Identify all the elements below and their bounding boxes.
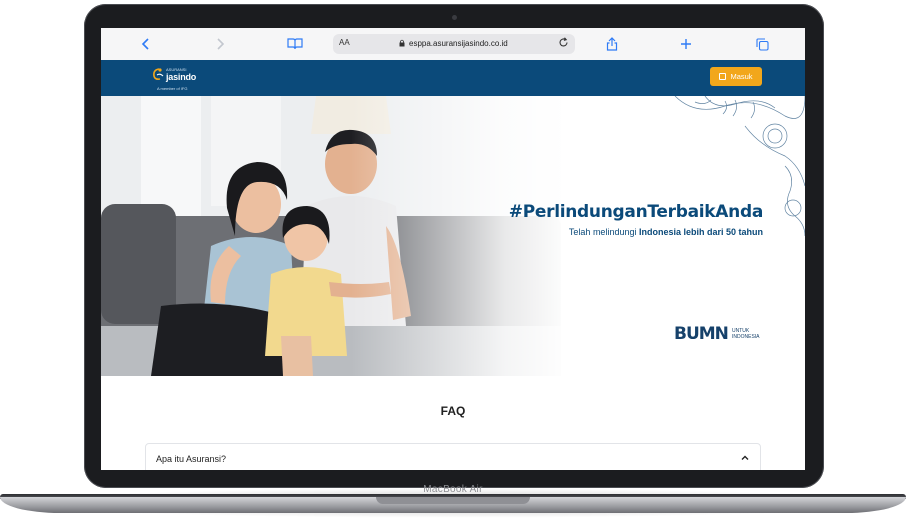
laptop-opening-notch	[376, 497, 530, 504]
reader-aa-button[interactable]: AA	[339, 38, 350, 47]
hero-subtitle: Telah melindungi Indonesia lebih dari 50…	[447, 227, 763, 237]
hero-subtitle-prefix: Telah melindungi	[568, 227, 639, 237]
hero-subtitle-bold: Indonesia lebih dari 50 tahun	[638, 227, 763, 237]
site-header: ASURANSI jasindo A member of IFG Masuk	[101, 60, 805, 96]
address-bar[interactable]: AA esppa.asuransijasindo.co.id	[333, 34, 575, 54]
hero-headline: #PerlindunganTerbaikAnda	[508, 202, 764, 222]
forward-icon[interactable]	[211, 35, 229, 53]
share-icon[interactable]	[603, 35, 621, 53]
lock-icon	[399, 39, 405, 47]
logo-member-text: A member of IFG	[157, 86, 188, 91]
bumn-logo: BUMN UNTUK INDONESIA	[674, 324, 766, 346]
tabs-icon[interactable]	[753, 35, 771, 53]
jasindo-logo[interactable]: ASURANSI jasindo A member of IFG	[151, 65, 211, 93]
login-button-label: Masuk	[730, 72, 753, 81]
camera-icon	[452, 15, 457, 20]
bumn-wordmark: BUMN	[674, 324, 729, 344]
url-text: esppa.asuransijasindo.co.id	[409, 39, 508, 48]
chevron-up-icon[interactable]	[740, 453, 750, 463]
faq-item[interactable]: Apa itu Asuransi?	[145, 443, 761, 470]
browser-toolbar: AA esppa.asuransijasindo.co.id	[101, 28, 805, 61]
logo-wordmark: jasindo	[166, 72, 197, 82]
hero-banner: #PerlindunganTerbaikAnda Telah melindung…	[101, 96, 805, 376]
back-icon[interactable]	[137, 35, 155, 53]
login-button[interactable]: Masuk	[710, 67, 762, 86]
bumn-tagline: UNTUK INDONESIA	[732, 328, 760, 340]
bookmarks-icon[interactable]	[286, 35, 304, 53]
faq-heading: FAQ	[440, 404, 466, 418]
reload-icon[interactable]	[558, 37, 569, 51]
jasindo-logo-icon	[153, 68, 164, 80]
faq-question: Apa itu Asuransi?	[156, 454, 227, 464]
login-icon	[719, 73, 727, 80]
browser-screen: AA esppa.asuransijasindo.co.id ASURANSI	[101, 28, 805, 470]
new-tab-icon[interactable]	[677, 35, 695, 53]
